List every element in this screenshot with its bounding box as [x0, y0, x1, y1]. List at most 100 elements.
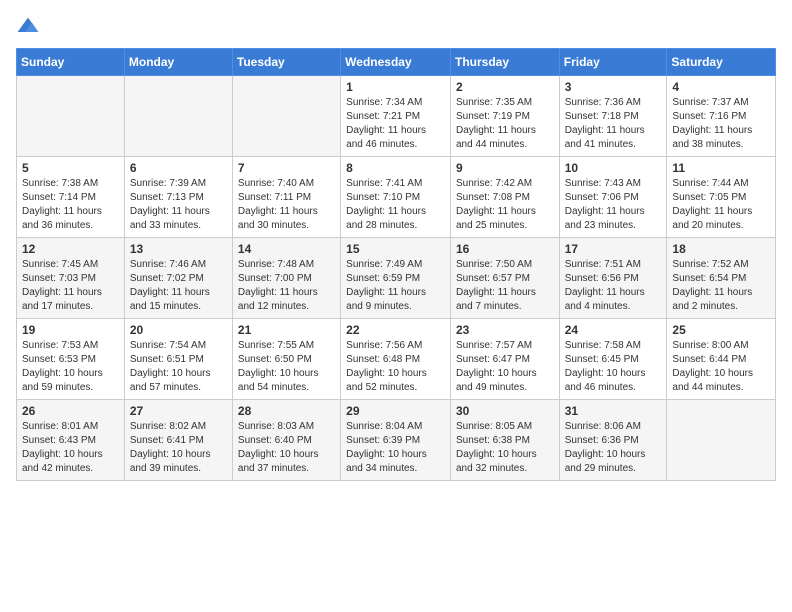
calendar-cell: 12 Sunrise: 7:45 AM Sunset: 7:03 PM Dayli… [17, 238, 125, 319]
day-number: 15 [346, 242, 445, 256]
cell-content: Sunrise: 7:53 AM Sunset: 6:53 PM Dayligh… [22, 339, 119, 395]
calendar-cell: 19Sunrise: 7:53 AM Sunset: 6:53 PM Dayli… [17, 319, 125, 400]
cell-content: Sunrise: 7:34 AM Sunset: 7:21 PM Dayligh… [346, 96, 445, 152]
calendar-cell: 16 Sunrise: 7:50 AM Sunset: 6:57 PM Dayli… [450, 238, 559, 319]
day-number: 14 [238, 242, 335, 256]
calendar-cell [17, 76, 125, 157]
calendar-cell: 28Sunrise: 8:03 AM Sunset: 6:40 PM Dayli… [232, 400, 340, 481]
day-number: 29 [346, 404, 445, 418]
day-number: 24 [565, 323, 662, 337]
day-number: 26 [22, 404, 119, 418]
cell-content: Sunrise: 7:50 AM Sunset: 6:57 PM Dayligh… [456, 258, 554, 314]
day-number: 23 [456, 323, 554, 337]
day-number: 22 [346, 323, 445, 337]
cell-content: Sunrise: 7:54 AM Sunset: 6:51 PM Dayligh… [130, 339, 227, 395]
calendar-cell: 8 Sunrise: 7:41 AM Sunset: 7:10 PM Daylig… [341, 157, 451, 238]
cell-content: Sunrise: 7:45 AM Sunset: 7:03 PM Dayligh… [22, 258, 119, 314]
cell-content: Sunrise: 7:48 AM Sunset: 7:00 PM Dayligh… [238, 258, 335, 314]
day-number: 2 [456, 80, 554, 94]
day-number: 13 [130, 242, 227, 256]
calendar-cell: 21 Sunrise: 7:55 AM Sunset: 6:50 PM Dayli… [232, 319, 340, 400]
cell-content: Sunrise: 8:02 AM Sunset: 6:41 PM Dayligh… [130, 420, 227, 476]
calendar-cell: 22 Sunrise: 7:56 AM Sunset: 6:48 PM Dayli… [341, 319, 451, 400]
day-number: 9 [456, 161, 554, 175]
cell-content: Sunrise: 7:46 AM Sunset: 7:02 PM Dayligh… [130, 258, 227, 314]
day-number: 28 [238, 404, 335, 418]
cell-content: Sunrise: 7:41 AM Sunset: 7:10 PM Dayligh… [346, 177, 445, 233]
calendar-day-header: Monday [124, 49, 232, 76]
calendar-day-header: Thursday [450, 49, 559, 76]
cell-content: Sunrise: 7:57 AM Sunset: 6:47 PM Dayligh… [456, 339, 554, 395]
calendar-cell: 6Sunrise: 7:39 AM Sunset: 7:13 PM Daylig… [124, 157, 232, 238]
cell-content: Sunrise: 7:52 AM Sunset: 6:54 PM Dayligh… [672, 258, 770, 314]
cell-content: Sunrise: 7:38 AM Sunset: 7:14 PM Dayligh… [22, 177, 119, 233]
day-number: 25 [672, 323, 770, 337]
cell-content: Sunrise: 8:00 AM Sunset: 6:44 PM Dayligh… [672, 339, 770, 395]
calendar-cell: 13 Sunrise: 7:46 AM Sunset: 7:02 PM Dayli… [124, 238, 232, 319]
calendar-cell: 15 Sunrise: 7:49 AM Sunset: 6:59 PM Dayli… [341, 238, 451, 319]
calendar-cell: 31 Sunrise: 8:06 AM Sunset: 6:36 PM Dayli… [559, 400, 667, 481]
calendar-cell: 11Sunrise: 7:44 AM Sunset: 7:05 PM Dayli… [667, 157, 776, 238]
cell-content: Sunrise: 7:36 AM Sunset: 7:18 PM Dayligh… [565, 96, 662, 152]
cell-content: Sunrise: 7:58 AM Sunset: 6:45 PM Dayligh… [565, 339, 662, 395]
cell-content: Sunrise: 7:55 AM Sunset: 6:50 PM Dayligh… [238, 339, 335, 395]
day-number: 16 [456, 242, 554, 256]
cell-content: Sunrise: 8:04 AM Sunset: 6:39 PM Dayligh… [346, 420, 445, 476]
calendar-cell: 30 Sunrise: 8:05 AM Sunset: 6:38 PM Dayli… [450, 400, 559, 481]
calendar-cell: 3 Sunrise: 7:36 AM Sunset: 7:18 PM Daylig… [559, 76, 667, 157]
cell-content: Sunrise: 7:42 AM Sunset: 7:08 PM Dayligh… [456, 177, 554, 233]
cell-content: Sunrise: 8:05 AM Sunset: 6:38 PM Dayligh… [456, 420, 554, 476]
cell-content: Sunrise: 7:56 AM Sunset: 6:48 PM Dayligh… [346, 339, 445, 395]
calendar-day-header: Tuesday [232, 49, 340, 76]
day-number: 12 [22, 242, 119, 256]
cell-content: Sunrise: 8:01 AM Sunset: 6:43 PM Dayligh… [22, 420, 119, 476]
calendar-cell: 29 Sunrise: 8:04 AM Sunset: 6:39 PM Dayli… [341, 400, 451, 481]
cell-content: Sunrise: 7:40 AM Sunset: 7:11 PM Dayligh… [238, 177, 335, 233]
calendar-cell: 2 Sunrise: 7:35 AM Sunset: 7:19 PM Daylig… [450, 76, 559, 157]
calendar-cell: 14 Sunrise: 7:48 AM Sunset: 7:00 PM Dayli… [232, 238, 340, 319]
day-number: 7 [238, 161, 335, 175]
calendar-cell: 4 Sunrise: 7:37 AM Sunset: 7:16 PM Daylig… [667, 76, 776, 157]
cell-content: Sunrise: 8:06 AM Sunset: 6:36 PM Dayligh… [565, 420, 662, 476]
calendar-cell [124, 76, 232, 157]
calendar-day-header: Sunday [17, 49, 125, 76]
calendar-week-row: 1 Sunrise: 7:34 AM Sunset: 7:21 PM Daylig… [17, 76, 776, 157]
day-number: 17 [565, 242, 662, 256]
day-number: 8 [346, 161, 445, 175]
day-number: 4 [672, 80, 770, 94]
calendar-cell: 5 Sunrise: 7:38 AM Sunset: 7:14 PM Daylig… [17, 157, 125, 238]
calendar-day-header: Friday [559, 49, 667, 76]
day-number: 21 [238, 323, 335, 337]
day-number: 30 [456, 404, 554, 418]
day-number: 3 [565, 80, 662, 94]
calendar-cell: 18 Sunrise: 7:52 AM Sunset: 6:54 PM Dayli… [667, 238, 776, 319]
calendar-table: SundayMondayTuesdayWednesdayThursdayFrid… [16, 48, 776, 481]
day-number: 5 [22, 161, 119, 175]
calendar-cell: 23 Sunrise: 7:57 AM Sunset: 6:47 PM Dayli… [450, 319, 559, 400]
calendar-cell [232, 76, 340, 157]
day-number: 27 [130, 404, 227, 418]
calendar-cell: 7 Sunrise: 7:40 AM Sunset: 7:11 PM Daylig… [232, 157, 340, 238]
cell-content: Sunrise: 7:49 AM Sunset: 6:59 PM Dayligh… [346, 258, 445, 314]
calendar-week-row: 19Sunrise: 7:53 AM Sunset: 6:53 PM Dayli… [17, 319, 776, 400]
logo-icon [16, 16, 40, 36]
calendar-week-row: 5 Sunrise: 7:38 AM Sunset: 7:14 PM Daylig… [17, 157, 776, 238]
cell-content: Sunrise: 7:44 AM Sunset: 7:05 PM Dayligh… [672, 177, 770, 233]
cell-content: Sunrise: 7:43 AM Sunset: 7:06 PM Dayligh… [565, 177, 662, 233]
day-number: 20 [130, 323, 227, 337]
cell-content: Sunrise: 7:35 AM Sunset: 7:19 PM Dayligh… [456, 96, 554, 152]
day-number: 10 [565, 161, 662, 175]
calendar-cell: 10 Sunrise: 7:43 AM Sunset: 7:06 PM Dayli… [559, 157, 667, 238]
cell-content: Sunrise: 7:37 AM Sunset: 7:16 PM Dayligh… [672, 96, 770, 152]
calendar-cell: 17Sunrise: 7:51 AM Sunset: 6:56 PM Dayli… [559, 238, 667, 319]
calendar-week-row: 12 Sunrise: 7:45 AM Sunset: 7:03 PM Dayli… [17, 238, 776, 319]
calendar-week-row: 26 Sunrise: 8:01 AM Sunset: 6:43 PM Dayli… [17, 400, 776, 481]
calendar-header-row: SundayMondayTuesdayWednesdayThursdayFrid… [17, 49, 776, 76]
day-number: 1 [346, 80, 445, 94]
day-number: 18 [672, 242, 770, 256]
calendar-day-header: Wednesday [341, 49, 451, 76]
calendar-cell: 26 Sunrise: 8:01 AM Sunset: 6:43 PM Dayli… [17, 400, 125, 481]
day-number: 6 [130, 161, 227, 175]
day-number: 31 [565, 404, 662, 418]
calendar-cell: 9 Sunrise: 7:42 AM Sunset: 7:08 PM Daylig… [450, 157, 559, 238]
